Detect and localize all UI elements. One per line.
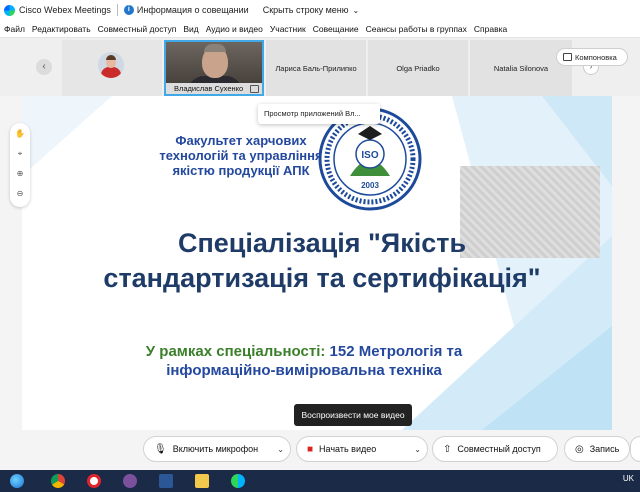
pointer-icon[interactable]: ⌖ <box>15 149 25 159</box>
webex-icon <box>231 474 245 488</box>
folder-icon <box>195 474 209 488</box>
shared-content-area: Факультет харчових технологій та управлі… <box>0 96 640 430</box>
windows-logo-icon <box>10 474 24 488</box>
taskbar-opera[interactable] <box>82 472 106 490</box>
specialty-subtitle: У рамках спеціальності: 152 Метрологія т… <box>114 342 494 380</box>
participant-tile[interactable]: Лариса Баль-Прилипко <box>266 40 366 96</box>
svg-text:2003: 2003 <box>361 181 379 190</box>
menu-file[interactable]: Файл <box>4 24 25 34</box>
share-label: Совместный доступ <box>457 444 541 454</box>
unmute-button[interactable]: 🎙 Включить микрофон ⌄ <box>143 436 291 462</box>
faculty-title: Факультет харчових технологій та управлі… <box>159 133 323 178</box>
taskbar-app[interactable] <box>154 472 178 490</box>
keyboard-language[interactable]: UK <box>623 474 634 483</box>
menu-share[interactable]: Совместный доступ <box>98 24 177 34</box>
meeting-controls: 🎙 Включить микрофон ⌄ ■ Начать видео ⌄ ⇧… <box>0 430 640 470</box>
chevron-down-icon[interactable]: ⌄ <box>414 445 421 454</box>
specialization-title: Спеціалізація "Якість стандартизація та … <box>103 228 541 293</box>
app-name: Cisco Webex Meetings <box>19 5 111 15</box>
chevron-down-icon: ⌄ <box>352 5 360 15</box>
avatar-body <box>101 67 121 78</box>
zoom-out-icon[interactable]: ⊖ <box>15 189 25 199</box>
meeting-info-label: Информация о совещании <box>136 5 249 15</box>
zoom-in-icon[interactable]: ⊕ <box>15 169 25 179</box>
viber-icon <box>123 474 137 488</box>
layout-icon <box>563 53 572 61</box>
chevron-down-icon[interactable]: ⌄ <box>277 445 284 454</box>
record-label: Запись <box>589 444 620 454</box>
participant-tile[interactable]: Natalia Silonova <box>470 40 572 96</box>
hand-icon[interactable]: ✋ <box>15 129 25 139</box>
opera-icon <box>87 474 101 488</box>
avatar <box>98 52 124 78</box>
menu-help[interactable]: Справка <box>474 24 507 34</box>
mic-icon: 🎙 <box>154 443 167 455</box>
share-screen-icon: ⇧ <box>443 443 452 455</box>
specialty-prefix: У рамках спеціальності: <box>145 343 330 360</box>
avatar-hair <box>106 55 116 60</box>
hide-menu-button[interactable]: Скрыть строку меню ⌄ <box>263 5 360 15</box>
menu-bar: Файл Редактировать Совместный доступ Вид… <box>0 20 640 38</box>
share-button[interactable]: ⇧ Совместный доступ <box>432 436 558 462</box>
taskbar-explorer[interactable] <box>190 472 214 490</box>
video-camera-icon: ■ <box>307 443 314 455</box>
menu-meeting[interactable]: Совещание <box>313 24 359 34</box>
info-icon: i <box>123 5 134 15</box>
chrome-icon <box>51 474 65 488</box>
menu-participant[interactable]: Участник <box>270 24 306 34</box>
more-button[interactable] <box>630 436 640 462</box>
view-apps-tooltip: Просмотр приложений Вл... <box>258 104 380 124</box>
participant-name: Natalia Silonova <box>493 64 549 73</box>
video-person-hair <box>204 44 226 52</box>
taskbar-webex[interactable] <box>226 472 250 490</box>
record-icon: ◎ <box>575 443 584 455</box>
title-separator <box>116 4 118 16</box>
start-video-button[interactable]: ■ Начать видео ⌄ <box>296 436 428 462</box>
annotation-toolbar: ✋ ⌖ ⊕ ⊖ <box>10 123 30 207</box>
active-speaker-name: Владислав Сухенко <box>166 83 262 94</box>
shared-slide: Факультет харчових технологій та управлі… <box>22 96 612 430</box>
participant-strip: ‹ Владислав Сухенко Лариса Баль-Прилипко… <box>0 38 640 96</box>
taskbar-chrome[interactable] <box>46 472 70 490</box>
hide-menu-label: Скрыть строку меню <box>262 5 349 15</box>
menu-audio-video[interactable]: Аудио и видео <box>206 24 263 34</box>
start-video-label: Начать видео <box>319 444 377 454</box>
meeting-info-button[interactable]: i Информация о совещании <box>123 5 249 15</box>
webex-logo-icon <box>4 4 15 16</box>
strip-prev-button[interactable]: ‹ <box>36 59 52 75</box>
webex-window: Cisco Webex Meetings i Информация о сове… <box>0 0 640 492</box>
participant-name: Olga Priadko <box>396 64 440 73</box>
layout-button[interactable]: Компоновка <box>556 48 628 66</box>
unmute-label: Включить микрофон <box>172 444 259 454</box>
windows-taskbar: UK <box>0 470 640 492</box>
participant-tile-self[interactable] <box>62 40 162 96</box>
taskbar-viber[interactable] <box>118 472 142 490</box>
title-bar: Cisco Webex Meetings i Информация о сове… <box>0 0 640 20</box>
play-my-video-tooltip: Воспроизвести мое видео <box>294 404 412 426</box>
record-button[interactable]: ◎ Запись <box>564 436 630 462</box>
menu-breakout[interactable]: Сеансы работы в группах <box>366 24 467 34</box>
layout-label: Компоновка <box>575 52 617 62</box>
menu-view[interactable]: Вид <box>183 24 198 34</box>
menu-edit[interactable]: Редактировать <box>32 24 91 34</box>
app-title: Cisco Webex Meetings <box>0 4 111 16</box>
start-button[interactable] <box>0 470 34 492</box>
svg-text:ISO: ISO <box>361 150 378 161</box>
app-icon <box>159 474 173 488</box>
pin-icon[interactable] <box>250 85 259 93</box>
active-speaker-name-text: Владислав Сухенко <box>174 84 244 93</box>
participant-tile[interactable]: Olga Priadko <box>368 40 468 96</box>
participant-tile-active-speaker[interactable]: Владислав Сухенко <box>164 40 264 96</box>
participant-name: Лариса Баль-Прилипко <box>275 64 357 73</box>
